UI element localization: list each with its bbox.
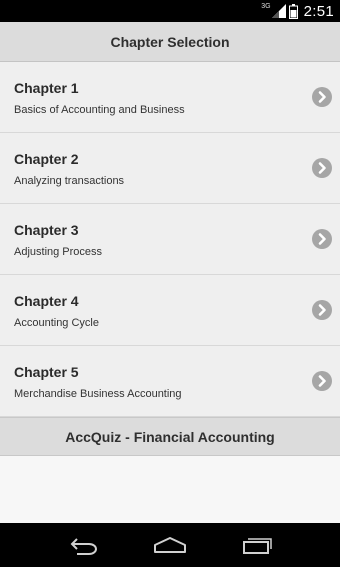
chevron-right-icon[interactable] — [312, 158, 332, 178]
chapter-subtitle: Analyzing transactions — [14, 175, 125, 187]
status-icons: 3G — [261, 2, 298, 19]
status-bar: 3G 2:51 — [0, 0, 340, 22]
chapter-list: Chapter 1 Basics of Accounting and Busin… — [0, 62, 340, 417]
chapter-item-2[interactable]: Chapter 2 Analyzing transactions — [0, 133, 340, 204]
home-button[interactable] — [150, 530, 190, 560]
chapter-title: Chapter 5 — [14, 364, 79, 380]
back-button[interactable] — [63, 530, 103, 560]
chapter-item-1[interactable]: Chapter 1 Basics of Accounting and Busin… — [0, 62, 340, 133]
back-icon — [70, 538, 98, 555]
chapter-title: Chapter 1 — [14, 80, 79, 96]
chapter-item-4[interactable]: Chapter 4 Accounting Cycle — [0, 275, 340, 346]
chevron-right-icon[interactable] — [312, 371, 332, 391]
network-type-label: 3G — [261, 2, 271, 10]
battery-icon — [288, 3, 298, 19]
chapter-title: Chapter 4 — [14, 293, 79, 309]
navigation-bar — [0, 523, 340, 567]
chapter-subtitle: Basics of Accounting and Business — [14, 104, 185, 116]
page-title: Chapter Selection — [110, 33, 230, 50]
footer-banner: AccQuiz - Financial Accounting — [0, 417, 340, 456]
chapter-subtitle: Merchandise Business Accounting — [14, 388, 182, 400]
chapter-subtitle: Adjusting Process — [14, 246, 103, 258]
chapter-subtitle: Accounting Cycle — [14, 317, 99, 329]
chapter-title: Chapter 2 — [14, 151, 79, 167]
chevron-right-icon[interactable] — [312, 229, 332, 249]
app-header: Chapter Selection — [0, 22, 340, 62]
signal-icon — [271, 4, 286, 18]
app-name-label: AccQuiz - Financial Accounting — [65, 428, 275, 445]
clock: 2:51 — [303, 2, 334, 20]
chapter-title: Chapter 3 — [14, 222, 79, 238]
home-icon — [153, 537, 186, 553]
chapter-item-3[interactable]: Chapter 3 Adjusting Process — [0, 204, 340, 275]
chevron-right-icon[interactable] — [312, 87, 332, 107]
chevron-right-icon[interactable] — [312, 300, 332, 320]
recents-button[interactable] — [237, 530, 277, 560]
recents-icon — [242, 538, 272, 554]
empty-content-area — [0, 456, 340, 523]
chapter-item-5[interactable]: Chapter 5 Merchandise Business Accountin… — [0, 346, 340, 417]
